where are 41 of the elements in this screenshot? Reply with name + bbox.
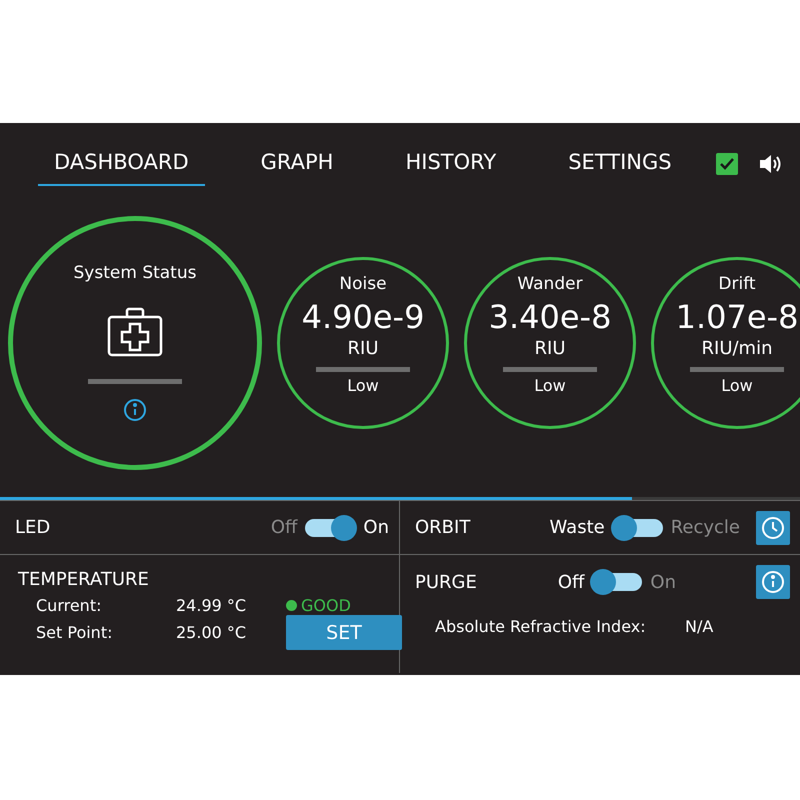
metric-rating: Low	[534, 376, 566, 394]
metric-unit: RIU/min	[702, 338, 772, 358]
metric-name: Noise	[339, 274, 387, 294]
nav-tab[interactable]: HISTORY	[389, 142, 512, 186]
metric-name: Wander	[517, 274, 583, 294]
toggle-on-label: On	[363, 517, 389, 538]
nav-tab[interactable]: DASHBOARD	[38, 142, 205, 186]
led-label: LED	[15, 517, 50, 538]
gauge-title: System Status	[74, 262, 196, 282]
purge-label: PURGE	[415, 572, 477, 592]
refractive-index-label: Absolute Refractive Index:	[435, 617, 647, 636]
nav-tab[interactable]: GRAPH	[244, 142, 350, 186]
metric-unit: RIU	[348, 338, 378, 358]
metric-value: 4.90e-9	[302, 298, 424, 336]
toggle-off-label: Off	[558, 572, 584, 592]
current-label: Current:	[36, 596, 102, 615]
metric-name: Drift	[718, 274, 756, 294]
set-point-label: Set Point:	[36, 623, 114, 642]
temperature-label: TEMPERATURE	[18, 569, 150, 590]
toggle-off-label: Waste	[550, 517, 605, 538]
good-status: GOOD	[286, 596, 402, 615]
metric-unit: RIU	[534, 338, 566, 358]
toggle-on-label: Recycle	[670, 517, 740, 538]
toggle-off-label: Off	[270, 517, 298, 538]
nav-tab[interactable]: SETTINGS	[552, 142, 688, 186]
info-button[interactable]	[756, 565, 790, 599]
speaker-icon[interactable]	[758, 153, 782, 175]
metric-value: 1.07e-8	[676, 298, 798, 336]
set-button[interactable]: SET	[286, 615, 402, 650]
info-icon	[123, 398, 147, 422]
clock-button[interactable]	[756, 510, 790, 544]
metric-rating: Low	[721, 376, 753, 394]
toggle-on-label: On	[650, 572, 676, 592]
refractive-index-value: N/A	[685, 617, 714, 636]
metric-rating: Low	[347, 376, 379, 394]
current-value: 24.99 °C	[176, 596, 248, 615]
orbit-label: ORBIT	[415, 517, 470, 538]
set-point-value: 25.00 °C	[176, 623, 248, 642]
first-aid-kit-icon	[107, 306, 163, 356]
metric-value: 3.40e-8	[488, 298, 612, 336]
checkbox[interactable]	[716, 153, 738, 175]
